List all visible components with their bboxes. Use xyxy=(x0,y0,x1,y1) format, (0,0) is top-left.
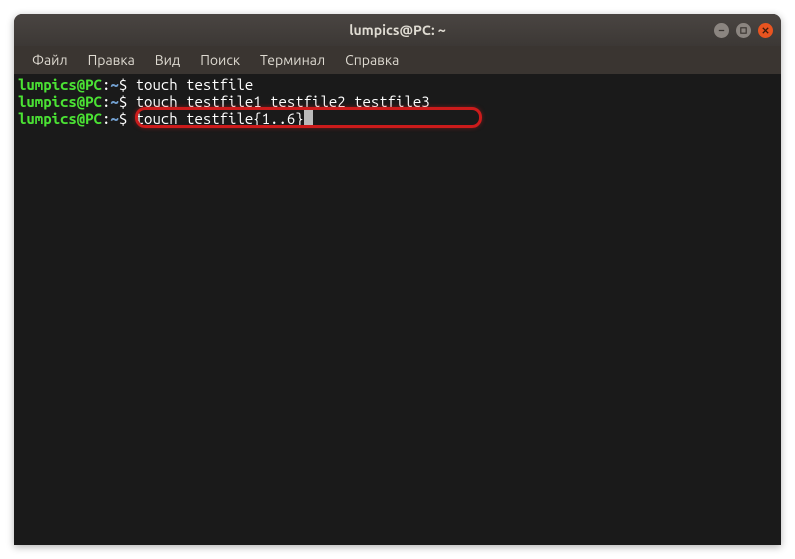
close-button[interactable] xyxy=(758,23,773,38)
window-controls xyxy=(714,23,773,38)
minimize-icon xyxy=(717,26,726,35)
menu-search[interactable]: Поиск xyxy=(190,48,250,72)
minimize-button[interactable] xyxy=(714,23,729,38)
terminal-body[interactable]: lumpics@PC:~$ touch testfile lumpics@PC:… xyxy=(14,74,781,545)
menu-help[interactable]: Справка xyxy=(335,48,409,72)
prompt-user: lumpics@PC xyxy=(18,93,102,110)
terminal-window: lumpics@PC: ~ Файл Правка Вид Поиск Терм… xyxy=(14,14,781,545)
menubar: Файл Правка Вид Поиск Терминал Справка xyxy=(14,46,781,74)
prompt-user: lumpics@PC xyxy=(18,76,102,93)
menu-terminal[interactable]: Терминал xyxy=(250,48,335,72)
prompt-symbol: $ xyxy=(119,110,127,127)
terminal-line: lumpics@PC:~$ touch testfile1 testfile2 … xyxy=(18,93,777,110)
prompt-symbol: $ xyxy=(119,93,127,110)
maximize-icon xyxy=(739,26,748,35)
maximize-button[interactable] xyxy=(736,23,751,38)
prompt-symbol: $ xyxy=(119,76,127,93)
terminal-line: lumpics@PC:~$ touch testfile xyxy=(18,76,777,93)
command-text xyxy=(127,76,135,93)
window-title: lumpics@PC: ~ xyxy=(349,22,446,38)
menu-view[interactable]: Вид xyxy=(145,48,190,72)
command-text xyxy=(127,93,135,110)
prompt-path: ~ xyxy=(110,93,118,110)
text-cursor xyxy=(304,110,313,126)
prompt-path: ~ xyxy=(110,110,118,127)
command-text: touch testfile1 testfile2 testfile3 xyxy=(136,93,430,110)
terminal-line: lumpics@PC:~$ touch testfile{1..6} xyxy=(18,110,777,127)
command-text: touch testfile{1..6} xyxy=(136,110,304,127)
command-text xyxy=(127,110,135,127)
menu-file[interactable]: Файл xyxy=(22,48,78,72)
prompt-path: ~ xyxy=(110,76,118,93)
menu-edit[interactable]: Правка xyxy=(78,48,145,72)
titlebar: lumpics@PC: ~ xyxy=(14,14,781,46)
command-text: touch testfile xyxy=(136,76,254,93)
prompt-user: lumpics@PC xyxy=(18,110,102,127)
close-icon xyxy=(761,26,770,35)
